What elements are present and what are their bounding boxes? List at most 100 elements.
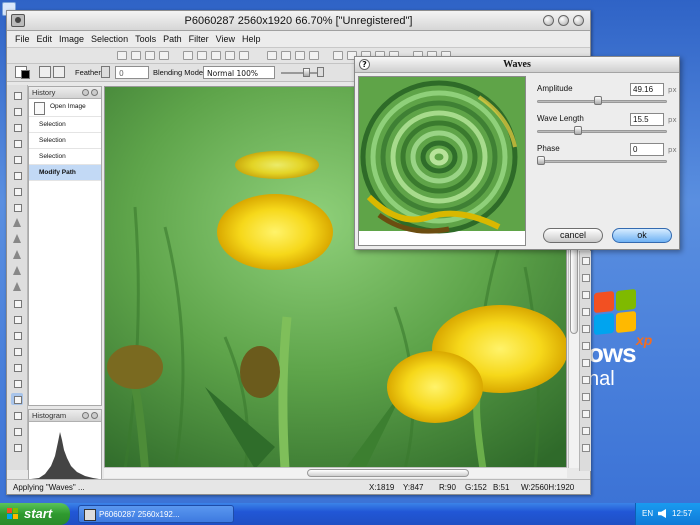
menu-path[interactable]: Path [163, 34, 182, 44]
phase-input[interactable]: 0 [630, 143, 664, 156]
rotate-right-tool-icon[interactable] [295, 51, 305, 60]
opacity-slider[interactable] [281, 72, 321, 74]
history-item-modify-path[interactable]: Modify Path [29, 165, 101, 181]
blending-mode-select[interactable]: Normal 100% [203, 66, 275, 79]
crop-tool-icon[interactable] [267, 51, 277, 60]
rotate-left-tool-icon[interactable] [281, 51, 291, 60]
layer-option-icon[interactable] [582, 410, 590, 418]
print-tool-icon[interactable] [159, 51, 169, 60]
polygon-lasso-tool[interactable] [11, 121, 23, 133]
open-tool-icon[interactable] [131, 51, 141, 60]
layer-option-icon[interactable] [582, 257, 590, 265]
cancel-button[interactable]: cancel [543, 228, 603, 243]
layer-option-icon[interactable] [582, 325, 590, 333]
phase-slider-knob[interactable] [537, 156, 545, 165]
maximize-button[interactable] [558, 15, 569, 26]
burn-tool[interactable] [11, 329, 23, 341]
paste-tool-icon[interactable] [239, 51, 249, 60]
wave-length-slider[interactable] [537, 130, 667, 133]
lasso-tool[interactable] [11, 105, 23, 117]
menu-view[interactable]: View [216, 34, 235, 44]
menu-file[interactable]: File [15, 34, 30, 44]
close-button[interactable] [573, 15, 584, 26]
clone-tool[interactable] [11, 233, 23, 245]
feather-input[interactable]: 0 [115, 66, 149, 79]
crop-tool[interactable] [11, 169, 23, 181]
menu-tools[interactable]: Tools [135, 34, 156, 44]
amplitude-slider-knob[interactable] [594, 96, 603, 105]
gradient-tool[interactable] [11, 265, 23, 277]
layer-option-icon[interactable] [582, 427, 590, 435]
history-item-selection-1[interactable]: Selection [29, 117, 101, 133]
menu-image[interactable]: Image [59, 34, 84, 44]
status-message: Applying "Waves" ... [13, 483, 85, 492]
ok-button[interactable]: ok [612, 228, 672, 243]
layer-option-icon[interactable] [582, 274, 590, 282]
history-panel-close-button[interactable] [91, 89, 98, 96]
menu-filter[interactable]: Filter [189, 34, 209, 44]
move-tool[interactable] [11, 153, 23, 165]
waves-dialog-titlebar[interactable]: ? Waves [355, 57, 679, 73]
text-tool[interactable] [11, 361, 23, 373]
dodge-tool[interactable] [11, 313, 23, 325]
minimize-button[interactable] [543, 15, 554, 26]
opacity-slider-knob[interactable] [303, 68, 310, 77]
menu-help[interactable]: Help [242, 34, 261, 44]
hand-tool[interactable] [11, 441, 23, 453]
sharpen-tool[interactable] [11, 297, 23, 309]
taskbar-item-image-editor[interactable]: P6060287 2560x192... [78, 505, 234, 523]
layer-option-icon[interactable] [582, 291, 590, 299]
undo-tool-icon[interactable] [183, 51, 193, 60]
eraser-tool[interactable] [11, 217, 23, 229]
wave-length-input[interactable]: 15.5 [630, 113, 664, 126]
lock-icon[interactable] [317, 67, 324, 77]
history-item-open-image[interactable]: Open Image [29, 99, 101, 117]
history-item-selection-3[interactable]: Selection [29, 149, 101, 165]
sponge-tool[interactable] [11, 345, 23, 357]
menu-selection[interactable]: Selection [91, 34, 128, 44]
layer-option-icon[interactable] [582, 393, 590, 401]
zoom-in-tool-icon[interactable] [333, 51, 343, 60]
history-panel-minimize-button[interactable] [82, 89, 89, 96]
status-bar: Applying "Waves" ... X:1819 Y:847 R:90 G… [7, 479, 590, 494]
horizontal-scroll-thumb[interactable] [307, 469, 469, 477]
new-tool-icon[interactable] [117, 51, 127, 60]
marquee-tool[interactable] [11, 89, 23, 101]
blur-tool[interactable] [11, 281, 23, 293]
magic-wand-tool[interactable] [11, 137, 23, 149]
history-item-selection-2[interactable]: Selection [29, 133, 101, 149]
cut-tool-icon[interactable] [211, 51, 221, 60]
wave-length-slider-knob[interactable] [573, 126, 582, 135]
brush-tool[interactable] [11, 185, 23, 197]
flip-tool-icon[interactable] [309, 51, 319, 60]
shape-tool[interactable] [11, 377, 23, 389]
layer-option-icon[interactable] [582, 444, 590, 452]
layer-option-icon[interactable] [582, 376, 590, 384]
selection-add-icon[interactable] [53, 66, 65, 78]
layer-option-icon[interactable] [582, 342, 590, 350]
amplitude-input[interactable]: 49.16 [630, 83, 664, 96]
fill-tool[interactable] [11, 249, 23, 261]
eyedropper-tool[interactable] [11, 409, 23, 421]
background-color-swatch[interactable] [21, 70, 30, 79]
redo-tool-icon[interactable] [197, 51, 207, 60]
language-indicator[interactable]: EN [642, 509, 653, 518]
feather-stepper[interactable] [101, 66, 110, 78]
save-tool-icon[interactable] [145, 51, 155, 60]
waves-preview [358, 76, 526, 246]
phase-slider[interactable] [537, 160, 667, 163]
horizontal-scrollbar[interactable] [104, 467, 567, 478]
menu-edit[interactable]: Edit [37, 34, 53, 44]
pen-tool[interactable] [11, 393, 23, 405]
volume-icon[interactable] [658, 509, 666, 518]
selection-new-icon[interactable] [39, 66, 51, 78]
histogram-panel-close-button[interactable] [91, 412, 98, 419]
pencil-tool[interactable] [11, 201, 23, 213]
zoom-tool[interactable] [11, 425, 23, 437]
layer-option-icon[interactable] [582, 359, 590, 367]
layer-option-icon[interactable] [582, 308, 590, 316]
start-button[interactable]: start [0, 503, 70, 525]
histogram-panel-minimize-button[interactable] [82, 412, 89, 419]
title-bar[interactable]: P6060287 2560x1920 66.70% ["Unregistered… [7, 11, 590, 31]
copy-tool-icon[interactable] [225, 51, 235, 60]
